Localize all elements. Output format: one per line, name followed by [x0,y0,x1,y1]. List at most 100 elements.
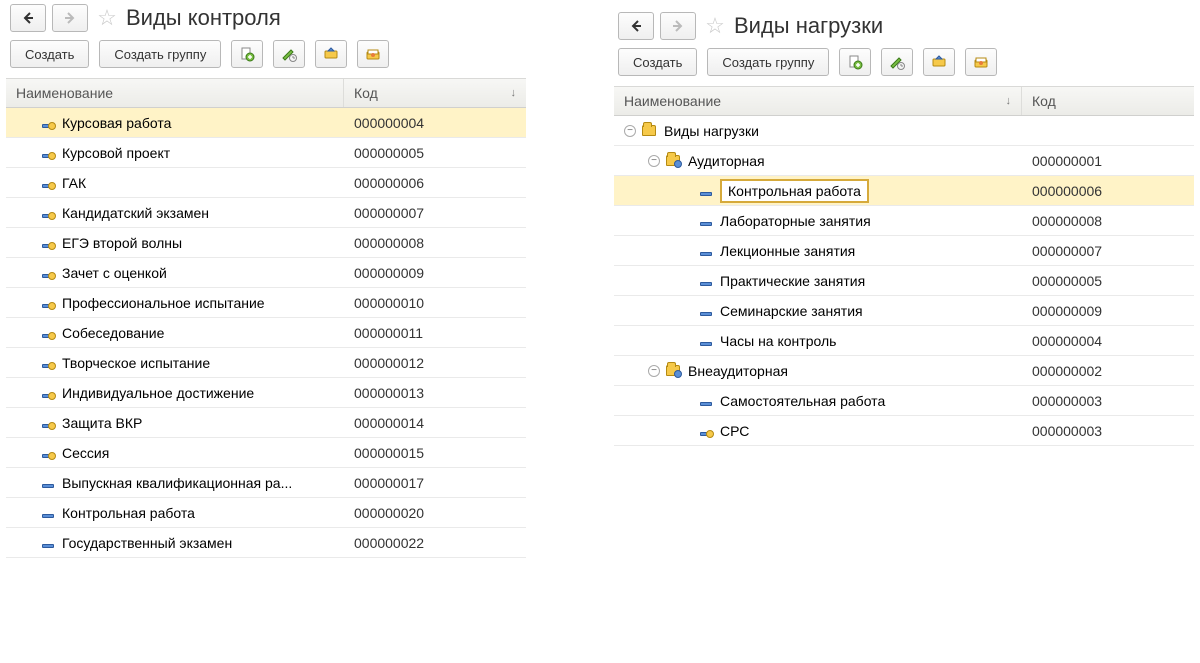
cell-code: 000000003 [1022,416,1194,445]
cell-code: 000000006 [1022,176,1194,205]
row-name-label: Лекционные занятия [720,243,855,259]
tree-row[interactable]: Контрольная работа 000000006 [614,176,1194,206]
tree-row[interactable]: Лабораторные занятия 000000008 [614,206,1194,236]
create-button[interactable]: Создать [618,48,697,76]
nav-forward-button[interactable] [660,12,696,40]
export-button[interactable] [923,48,955,76]
table-row[interactable]: Кандидатский экзамен000000007 [6,198,526,228]
row-name-label: Часы на контроль [720,333,836,349]
row-name-label: Собеседование [62,325,164,341]
table-row[interactable]: ЕГЭ второй волны000000008 [6,228,526,258]
cell-code: 000000008 [1022,206,1194,235]
table-row[interactable]: Творческое испытание000000012 [6,348,526,378]
tree-row[interactable]: Часы на контроль000000004 [614,326,1194,356]
favorite-star-icon[interactable]: ☆ [94,5,120,31]
cell-code: 000000005 [1022,266,1194,295]
panel-load-types: ☆ Виды нагрузки Создать Создать группу Н… [614,8,1194,446]
cell-code: 000000005 [344,138,526,167]
table-row[interactable]: ГАК000000006 [6,168,526,198]
tree-row[interactable]: Лекционные занятия 000000007 [614,236,1194,266]
row-name-label: Сессия [62,445,109,461]
create-button[interactable]: Создать [10,40,89,68]
row-name-label: Аудиторная [688,153,765,169]
column-header-name-label: Наименование [16,85,113,101]
cell-name: − Виды нагрузки [614,116,1022,145]
cell-name: Контрольная работа [6,498,344,527]
cell-name: Собеседование [6,318,344,347]
add-document-button[interactable] [839,48,871,76]
cell-name: Курсовой проект [6,138,344,167]
export-button[interactable] [315,40,347,68]
page-title: Виды контроля [126,5,281,31]
tree-row[interactable]: Семинарские занятия000000009 [614,296,1194,326]
cell-code: 000000022 [344,528,526,557]
cell-name: СРС [614,416,1022,445]
table-row[interactable]: Собеседование000000011 [6,318,526,348]
tree-row[interactable]: − Виды нагрузки [614,116,1194,146]
row-name-label: Зачет с оценкой [62,265,167,281]
cell-name: Курсовая работа [6,108,344,137]
cell-name: Зачет с оценкой [6,258,344,287]
favorite-star-icon[interactable]: ☆ [702,13,728,39]
tree-row[interactable]: СРС000000003 [614,416,1194,446]
tree-toggle-icon[interactable]: − [624,125,636,137]
table-row[interactable]: Курсовая работа000000004 [6,108,526,138]
edit-history-button[interactable] [273,40,305,68]
table-row[interactable]: Зачет с оценкой000000009 [6,258,526,288]
column-header-name[interactable]: Наименование ↓ [614,87,1022,115]
table-row[interactable]: Защита ВКР000000014 [6,408,526,438]
row-name-label: Индивидуальное достижение [62,385,254,401]
add-document-button[interactable] [231,40,263,68]
row-name-label: Лабораторные занятия [720,213,871,229]
column-header-code[interactable]: Код [1022,87,1194,115]
tree-row[interactable]: −Внеаудиторная000000002 [614,356,1194,386]
import-button[interactable] [357,40,389,68]
nav-forward-button[interactable] [52,4,88,32]
cell-name: Индивидуальное достижение [6,378,344,407]
cell-name: Семинарские занятия [614,296,1022,325]
cell-code: 000000001 [1022,146,1194,175]
nav-back-button[interactable] [10,4,46,32]
create-group-button[interactable]: Создать группу [707,48,829,76]
cell-name: Лекционные занятия [614,236,1022,265]
cell-name: − Внеаудиторная [614,356,1022,385]
row-name-label: Виды нагрузки [664,123,759,139]
cell-code: 000000006 [344,168,526,197]
table-row[interactable]: Профессиональное испытание000000010 [6,288,526,318]
cell-name: ЕГЭ второй волны [6,228,344,257]
create-group-button[interactable]: Создать группу [99,40,221,68]
cell-code: 000000015 [344,438,526,467]
cell-name: Кандидатский экзамен [6,198,344,227]
row-name-label: Курсовой проект [62,145,170,161]
cell-name: Лабораторные занятия [614,206,1022,235]
row-name-label: Внеаудиторная [688,363,788,379]
cell-name: Выпускная квалификационная ра... [6,468,344,497]
tree-row[interactable]: Самостоятельная работа000000003 [614,386,1194,416]
cell-code: 000000017 [344,468,526,497]
row-name-label: Кандидатский экзамен [62,205,209,221]
column-header-code[interactable]: Код ↓ [344,79,526,107]
row-name-label: Государственный экзамен [62,535,232,551]
row-name-edit[interactable]: Контрольная работа [720,179,869,203]
row-name-label: Выпускная квалификационная ра... [62,475,292,491]
cell-code: 000000010 [344,288,526,317]
cell-code: 000000009 [1022,296,1194,325]
edit-history-button[interactable] [881,48,913,76]
table-row[interactable]: Контрольная работа000000020 [6,498,526,528]
table-row[interactable]: Сессия 000000015 [6,438,526,468]
column-header-name[interactable]: Наименование [6,79,344,107]
import-button[interactable] [965,48,997,76]
tree-toggle-icon[interactable]: − [648,365,660,377]
nav-back-button[interactable] [618,12,654,40]
table-row[interactable]: Государственный экзамен 000000022 [6,528,526,558]
tree-toggle-icon[interactable]: − [648,155,660,167]
tree-row[interactable]: Практические занятия000000005 [614,266,1194,296]
tree-row[interactable]: − Аудиторная 000000001 [614,146,1194,176]
table-row[interactable]: Курсовой проект 000000005 [6,138,526,168]
cell-code: 000000003 [1022,386,1194,415]
titlebar: ☆ Виды контроля [6,0,526,38]
cell-code: 000000007 [1022,236,1194,265]
table-row[interactable]: Выпускная квалификационная ра... 00000001… [6,468,526,498]
table-row[interactable]: Индивидуальное достижение000000013 [6,378,526,408]
cell-name: Сессия [6,438,344,467]
